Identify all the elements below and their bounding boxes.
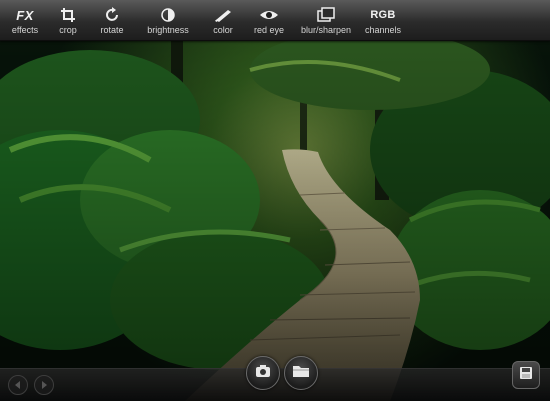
- color-label: color: [213, 25, 233, 35]
- open-folder-button[interactable]: [284, 356, 318, 390]
- rgb-icon: RGB: [370, 9, 396, 21]
- crop-label: crop: [59, 25, 77, 35]
- rotate-icon: [104, 5, 120, 25]
- color-brush-icon: [213, 5, 233, 25]
- channels-label: channels: [364, 25, 402, 35]
- blur-sharpen-icon: [317, 5, 335, 25]
- next-button[interactable]: [34, 375, 54, 395]
- color-tool[interactable]: color: [206, 0, 240, 40]
- fx-icon: FX: [16, 7, 34, 23]
- eye-icon: [259, 5, 279, 25]
- edit-toolbar: FX effects crop rotate brightness color …: [0, 0, 550, 41]
- camera-button[interactable]: [246, 356, 280, 390]
- red-eye-tool[interactable]: red eye: [250, 0, 288, 40]
- photo-editor-app: FX effects crop rotate brightness color …: [0, 0, 550, 401]
- brightness-icon: [160, 5, 176, 25]
- arrow-right-icon: [40, 376, 48, 394]
- blur-sharpen-label: blur/sharpen: [300, 25, 352, 35]
- camera-icon: [255, 363, 271, 384]
- crop-icon: [60, 5, 76, 25]
- effects-label: effects: [11, 25, 39, 35]
- red-eye-label: red eye: [253, 25, 285, 35]
- effects-tool[interactable]: FX effects: [5, 0, 45, 40]
- brightness-tool[interactable]: brightness: [143, 0, 193, 40]
- channels-tool[interactable]: RGB channels: [362, 0, 404, 40]
- forest-boardwalk-image: [0, 0, 550, 401]
- crop-tool[interactable]: crop: [52, 0, 84, 40]
- brightness-label: brightness: [147, 25, 189, 35]
- previous-button[interactable]: [8, 375, 28, 395]
- rotate-label: rotate: [100, 25, 124, 35]
- save-button[interactable]: [512, 361, 540, 389]
- folder-icon: [292, 364, 310, 383]
- arrow-left-icon: [14, 376, 22, 394]
- blur-sharpen-tool[interactable]: blur/sharpen: [296, 0, 356, 40]
- save-icon: [519, 366, 533, 385]
- rotate-tool[interactable]: rotate: [94, 0, 130, 40]
